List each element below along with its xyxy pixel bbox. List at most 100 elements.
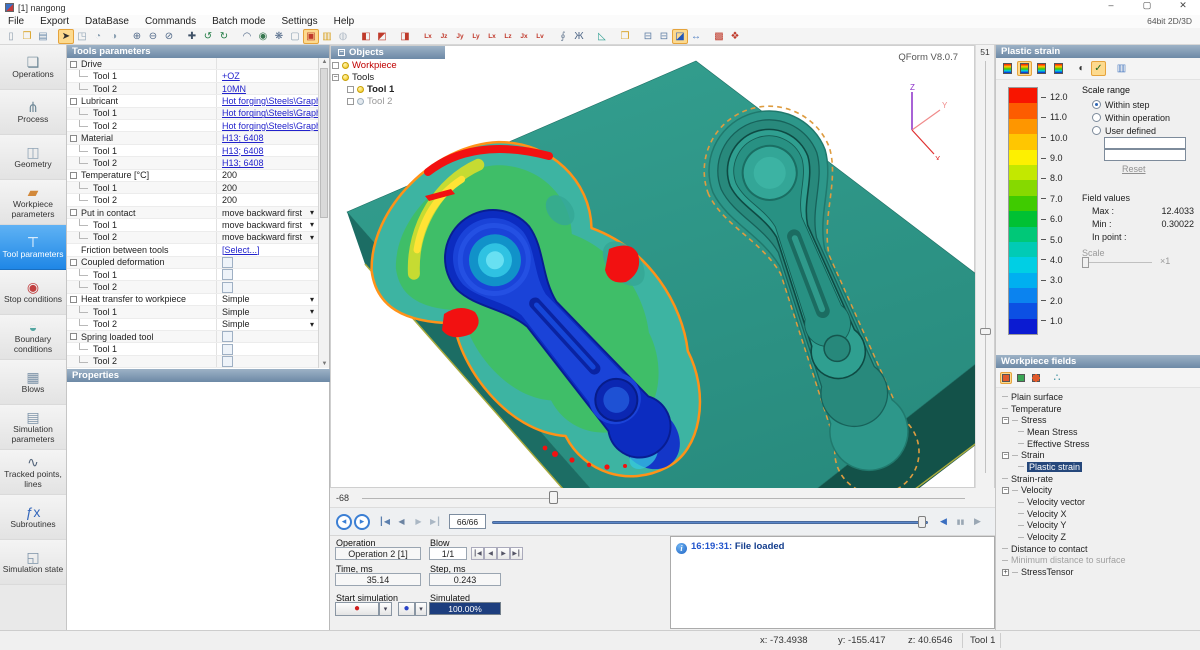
field-tree-item[interactable]: Minimum distance to surface — [1002, 555, 1200, 567]
toolbar-button[interactable]: ▩ — [711, 29, 727, 44]
toolbar-button[interactable]: Jy — [452, 29, 468, 44]
legend-style-1-icon[interactable] — [1000, 61, 1015, 76]
toolbar-button[interactable]: Lx — [420, 29, 436, 44]
toolbar-button[interactable]: Lz — [500, 29, 516, 44]
toolbar-button[interactable]: ❋ — [271, 29, 287, 44]
parameter-value[interactable]: Simple — [217, 294, 319, 305]
visibility-bulb-icon[interactable] — [342, 74, 349, 81]
table-row[interactable]: Temperature [°C] 200 — [67, 170, 319, 182]
field-tree-item[interactable]: Velocity vector — [1002, 496, 1200, 508]
toolbar-button[interactable]: ⊕ — [129, 29, 145, 44]
object-tree-item[interactable]: − Tools — [331, 71, 445, 83]
vertical-slider[interactable]: 51 — [975, 45, 995, 488]
menu-item[interactable]: Settings — [273, 16, 325, 27]
table-row[interactable]: Tool 2 H13; 6408 — [67, 157, 319, 169]
step-back-button[interactable]: ◂ — [336, 514, 352, 530]
toolbar-button[interactable]: Lx — [484, 29, 500, 44]
toolbar-button[interactable]: ◩ — [374, 29, 390, 44]
expand-icon[interactable] — [70, 296, 77, 303]
expand-icon[interactable] — [1002, 487, 1009, 494]
start-simulation-dropdown[interactable]: ▾ — [379, 602, 392, 616]
object-tree-item[interactable]: Workpiece — [331, 59, 445, 71]
next-record-button[interactable]: ▶ — [411, 514, 426, 530]
field-tree-item[interactable]: Effective Stress — [1002, 438, 1200, 450]
scroll-up-icon[interactable]: ▲ — [319, 59, 330, 65]
expand-icon[interactable] — [70, 333, 77, 340]
scroll-down-icon[interactable]: ▼ — [319, 361, 330, 367]
toolbar-button[interactable]: ⊟ — [640, 29, 656, 44]
expand-icon[interactable] — [70, 172, 77, 179]
toolbar-button[interactable]: ▣ — [303, 29, 319, 44]
vslider-thumb[interactable] — [980, 328, 991, 335]
table-row[interactable]: Tool 1 +OZ — [67, 70, 319, 82]
record-slider[interactable] — [492, 515, 928, 529]
scale-range-radio[interactable]: User defined — [1082, 124, 1196, 137]
parameter-value[interactable] — [217, 356, 319, 367]
toolbar-button[interactable]: ✚ — [184, 29, 200, 44]
parameter-value[interactable] — [217, 281, 319, 292]
log-panel[interactable]: i16:19:31: File loaded — [670, 536, 995, 629]
field-tree-item[interactable]: Velocity — [1002, 485, 1200, 497]
table-row[interactable]: Tool 2 Hot forging\Steels\Graphite + wat… — [67, 120, 319, 132]
toolbar-button[interactable]: ◳ — [74, 29, 90, 44]
vslider-track[interactable] — [985, 61, 986, 473]
sidebar-item[interactable]: ▰ Workpiece parameters — [0, 180, 66, 225]
sidebar-item[interactable]: ƒx Subroutines — [0, 495, 66, 540]
vector-scale-thumb[interactable] — [1082, 257, 1089, 268]
table-row[interactable]: Material H13; 6408 — [67, 132, 319, 144]
table-row[interactable]: Tool 1 Hot forging\Steels\Graphite + wat… — [67, 108, 319, 120]
contrast-icon[interactable]: ◐ — [1074, 61, 1089, 76]
toolbar-button[interactable]: ❒ — [617, 29, 633, 44]
user-defined-max-input[interactable] — [1104, 137, 1186, 149]
remote-simulation-dropdown[interactable]: ▾ — [415, 602, 427, 616]
table-scrollbar[interactable]: ▲ ▼ — [318, 58, 329, 368]
apply-check-icon[interactable]: ✓ — [1091, 61, 1106, 76]
collapse-icon[interactable]: − — [338, 49, 345, 56]
scale-range-radio[interactable]: Within step — [1082, 98, 1196, 111]
play-backward-button[interactable]: ◀ — [936, 514, 951, 530]
toolbar-button[interactable]: ◑ — [106, 29, 122, 44]
radio-icon[interactable] — [1092, 113, 1101, 122]
field-tree-item[interactable]: Mean Stress — [1002, 426, 1200, 438]
toolbar-button[interactable]: ◉ — [255, 29, 271, 44]
table-row[interactable]: Coupled deformation — [67, 257, 319, 269]
field-tree-item[interactable]: Velocity Z — [1002, 531, 1200, 543]
radio-icon[interactable] — [1092, 100, 1101, 109]
parameter-value[interactable]: 10MN — [217, 83, 319, 94]
table-row[interactable]: Tool 1 200 — [67, 182, 319, 194]
parameter-value[interactable]: +OZ — [217, 70, 319, 81]
expand-icon[interactable] — [1002, 417, 1009, 424]
toolbar-button[interactable]: ➤ — [58, 29, 74, 44]
parameter-value[interactable]: H13; 6408 — [217, 157, 319, 168]
table-row[interactable]: Friction between tools [Select...] — [67, 244, 319, 256]
expand-icon[interactable] — [332, 62, 339, 69]
palette-icon[interactable]: ▥ — [1114, 61, 1129, 76]
field-tree-item[interactable]: Plain surface — [1002, 391, 1200, 403]
parameter-value[interactable]: 200 — [217, 182, 319, 193]
toolbar-button[interactable]: ▥ — [319, 29, 335, 44]
expand-icon[interactable] — [70, 209, 77, 216]
last-record-button[interactable]: ▶┃ — [428, 514, 443, 530]
hslider-track[interactable] — [362, 498, 965, 499]
toolbar-button[interactable]: ∮ — [555, 29, 571, 44]
toolbar-button[interactable]: ⊘ — [161, 29, 177, 44]
toolbar-button[interactable]: ▯ — [3, 29, 19, 44]
parameter-value[interactable]: move backward first — [217, 219, 319, 230]
table-row[interactable]: Tool 1 move backward first — [67, 219, 319, 231]
toolbar-button[interactable]: ▤ — [35, 29, 51, 44]
parameter-value[interactable]: 200 — [217, 170, 319, 181]
expand-icon[interactable] — [70, 61, 77, 68]
table-row[interactable]: Tool 2 — [67, 281, 319, 293]
menu-item[interactable]: Batch mode — [204, 16, 273, 27]
reset-link[interactable]: Reset — [1122, 164, 1196, 174]
menu-item[interactable]: DataBase — [77, 16, 137, 27]
blow-field[interactable]: 1/1 — [429, 547, 467, 560]
field-display-2-icon[interactable] — [1015, 372, 1027, 384]
field-tree-item[interactable]: Plastic strain — [1002, 461, 1200, 473]
field-tree-item[interactable]: Distance to contact — [1002, 543, 1200, 555]
object-tree-item[interactable]: Tool 2 — [331, 95, 445, 107]
time-field[interactable]: 35.14 — [335, 573, 421, 586]
parameter-value[interactable]: Hot forging\Steels\Graphite + water — [217, 108, 319, 119]
sidebar-item[interactable]: ▤ Simulation parameters — [0, 405, 66, 450]
field-tree-item[interactable]: StressTensor — [1002, 566, 1200, 578]
